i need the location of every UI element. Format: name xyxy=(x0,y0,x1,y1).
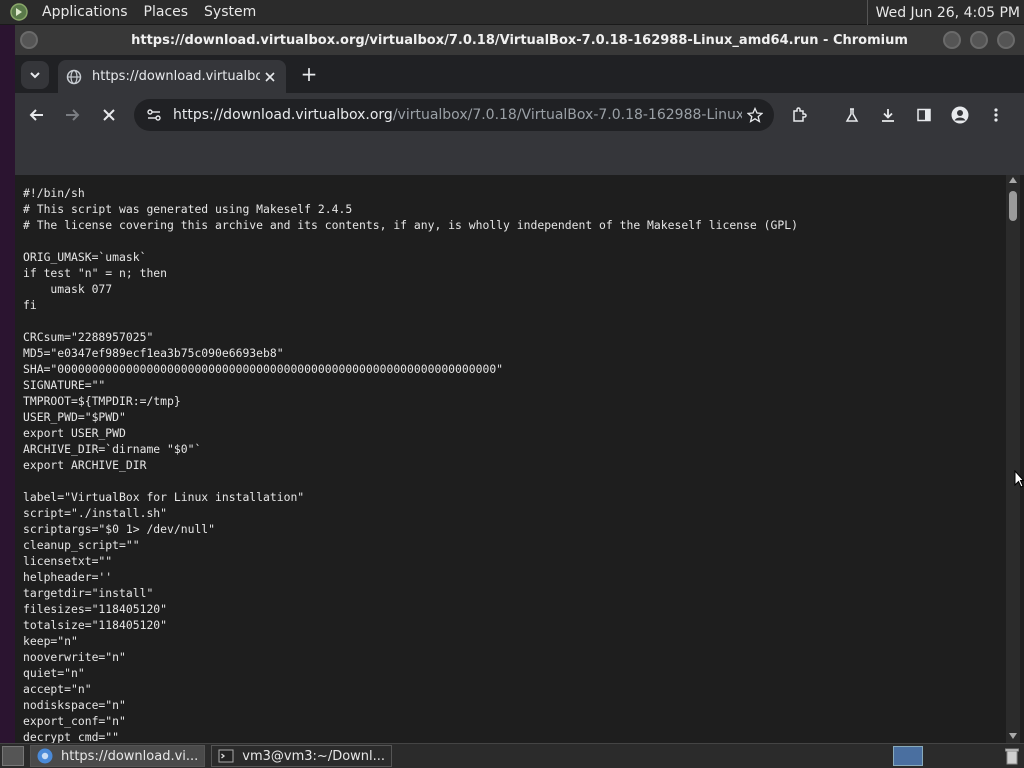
tab-close-icon[interactable] xyxy=(260,67,280,87)
script-text: #!/bin/sh # This script was generated us… xyxy=(23,186,798,743)
window-title: https://download.virtualbox.org/virtualb… xyxy=(131,32,908,48)
bookmarks-bar xyxy=(15,137,1024,175)
url-host: https://download.virtualbox.org xyxy=(173,107,393,123)
browser-toolbar: https://download.virtualbox.org/virtualb… xyxy=(15,93,1024,137)
puzzle-icon xyxy=(793,107,807,122)
avatar-icon xyxy=(951,106,969,124)
extensions-button[interactable] xyxy=(785,101,813,129)
task-terminal[interactable]: vm3@vm3:~/Downl... xyxy=(211,745,393,767)
show-desktop-button[interactable] xyxy=(2,746,24,766)
kebab-menu-icon xyxy=(994,108,998,122)
tab-active[interactable]: https://download.virtualbox.o xyxy=(58,60,286,93)
window-menu-button[interactable] xyxy=(20,31,38,49)
profile-button[interactable] xyxy=(946,101,974,129)
vertical-scrollbar[interactable] xyxy=(1006,175,1020,743)
tab-search-button[interactable] xyxy=(21,61,49,89)
task-chromium[interactable]: https://download.vi... xyxy=(30,745,206,767)
tab-strip: https://download.virtualbox.o + xyxy=(15,55,1024,93)
applications-logo-icon[interactable] xyxy=(8,1,30,23)
url-text[interactable]: https://download.virtualbox.org/virtualb… xyxy=(173,107,742,123)
workspace-switcher[interactable] xyxy=(893,746,923,766)
scroll-down-arrow-icon[interactable] xyxy=(1009,733,1017,739)
close-icon xyxy=(103,109,115,121)
site-info-icon[interactable] xyxy=(143,104,165,126)
close-window-button[interactable] xyxy=(997,31,1015,49)
menu-places[interactable]: Places xyxy=(136,4,197,20)
terminal-icon xyxy=(218,749,234,763)
menu-button[interactable] xyxy=(982,101,1010,129)
tab-title: https://download.virtualbox.o xyxy=(92,69,260,84)
maximize-button[interactable] xyxy=(970,31,988,49)
chevron-down-icon xyxy=(30,72,40,79)
new-tab-button[interactable]: + xyxy=(296,61,322,87)
chromium-icon xyxy=(37,748,53,764)
forward-button[interactable] xyxy=(58,101,86,129)
mouse-cursor-icon xyxy=(1014,470,1024,488)
globe-icon xyxy=(66,69,82,84)
menu-applications[interactable]: Applications xyxy=(34,4,136,20)
top-panel: Applications Places System Wed Jun 26, 4… xyxy=(0,0,1024,25)
arrow-right-icon xyxy=(66,109,80,121)
taskbar: https://download.vi... vm3@vm3:~/Downl..… xyxy=(0,743,1024,768)
trash-icon[interactable] xyxy=(1004,747,1020,765)
download-icon xyxy=(882,109,894,122)
task-label: https://download.vi... xyxy=(61,748,199,764)
desktop-background xyxy=(0,25,15,743)
task-label: vm3@vm3:~/Downl... xyxy=(242,748,386,764)
side-panel-button[interactable] xyxy=(910,101,938,129)
downloads-button[interactable] xyxy=(874,101,902,129)
flask-icon xyxy=(845,108,859,122)
scroll-up-arrow-icon[interactable] xyxy=(1009,177,1017,183)
clock[interactable]: Wed Jun 26, 4:05 PM xyxy=(866,0,1020,25)
page-content[interactable]: #!/bin/sh # This script was generated us… xyxy=(15,175,1006,743)
scrollbar-thumb[interactable] xyxy=(1009,191,1017,221)
side-panel-icon xyxy=(917,108,931,122)
window-titlebar[interactable]: https://download.virtualbox.org/virtualb… xyxy=(15,25,1024,55)
address-bar[interactable]: https://download.virtualbox.org/virtualb… xyxy=(134,99,774,131)
labs-button[interactable] xyxy=(838,101,866,129)
back-button[interactable] xyxy=(23,101,51,129)
arrow-left-icon xyxy=(29,109,43,121)
browser-window: https://download.virtualbox.org/virtualb… xyxy=(15,25,1024,743)
stop-loading-button[interactable] xyxy=(95,101,123,129)
url-path: /virtualbox/7.0.18/VirtualBox-7.0.18-162… xyxy=(392,107,742,123)
menu-system[interactable]: System xyxy=(196,4,264,20)
minimize-button[interactable] xyxy=(943,31,961,49)
bookmark-star-icon[interactable] xyxy=(742,102,768,128)
